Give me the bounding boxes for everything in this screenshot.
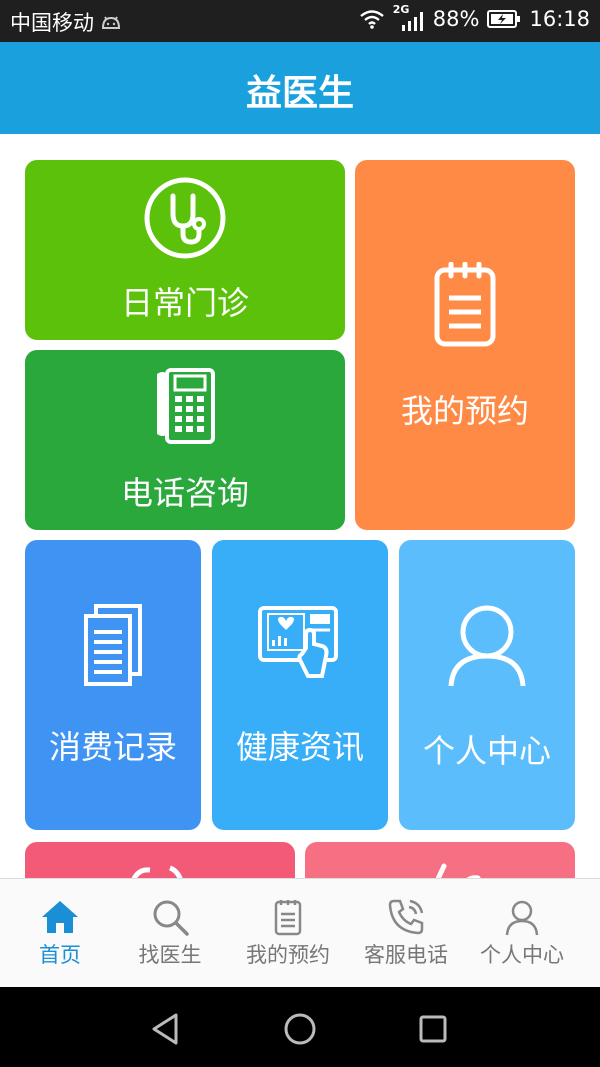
stethoscope-icon	[144, 177, 226, 259]
desk-phone-icon	[157, 368, 215, 444]
wifi-icon	[360, 10, 384, 29]
tile-consumption-records-label: 消费记录	[48, 728, 177, 766]
nav-find-doctor[interactable]: 找医生	[110, 879, 230, 988]
signal-waves-icon	[131, 865, 183, 878]
nav-customer-service[interactable]: 客服电话	[346, 879, 466, 988]
home-circle-icon[interactable]	[280, 1009, 320, 1049]
tile-personal-center-label: 个人中心	[422, 732, 551, 770]
nav-home-label: 首页	[39, 943, 81, 967]
search-icon	[153, 900, 189, 936]
system-navigation-bar	[0, 987, 600, 1067]
nav-personal-center[interactable]: 个人中心	[462, 879, 582, 988]
app-header: 益医生	[0, 42, 600, 134]
android-icon	[101, 16, 121, 29]
recents-icon[interactable]	[413, 1009, 453, 1049]
status-bar: 中国移动 2G 88% 16:18	[0, 0, 600, 42]
tile-daily-clinic-label: 日常门诊	[120, 284, 249, 322]
tile-daily-clinic[interactable]: 日常门诊	[25, 160, 345, 340]
nav-my-booking[interactable]: 我的预约	[228, 879, 348, 988]
tile-my-booking[interactable]: 我的预约	[355, 160, 575, 530]
home-icon	[42, 901, 78, 933]
notepad-icon	[434, 262, 496, 347]
leaf-icon	[435, 863, 481, 878]
bottom-navigation: 首页 找医生 我的预约 客服电话 个人中心	[0, 878, 600, 988]
tile-grid: 日常门诊 电话咨询 我的预约 消费记录 健康资讯 个人中心	[0, 134, 600, 878]
tile-personal-center[interactable]: 个人中心	[399, 540, 575, 830]
page-title: 益医生	[245, 73, 354, 114]
tablet-touch-icon	[258, 606, 338, 678]
tile-partial-left[interactable]	[25, 842, 295, 878]
tile-health-news-label: 健康资讯	[235, 728, 364, 766]
clock: 16:18	[529, 7, 590, 31]
tile-partial-right[interactable]	[305, 842, 575, 878]
user-outline-icon	[448, 605, 526, 687]
battery-percent: 88%	[432, 7, 480, 31]
carrier-name: 中国移动	[10, 11, 94, 35]
tile-my-booking-label: 我的预约	[400, 392, 529, 430]
nav-customer-service-label: 客服电话	[364, 943, 448, 967]
nav-my-booking-label: 我的预约	[246, 943, 330, 967]
status-left: 中国移动	[10, 7, 122, 37]
documents-icon	[84, 604, 142, 686]
nav-personal-center-label: 个人中心	[480, 943, 564, 967]
status-right: 2G 88% 16:18	[359, 3, 590, 31]
user-icon	[505, 900, 539, 936]
tile-phone-consult[interactable]: 电话咨询	[25, 350, 345, 530]
battery-icon	[487, 10, 521, 28]
nav-find-doctor-label: 找医生	[138, 943, 202, 967]
nav-home[interactable]: 首页	[0, 879, 120, 988]
phone-icon	[388, 899, 424, 935]
back-icon[interactable]	[146, 1009, 186, 1049]
tile-phone-consult-label: 电话咨询	[120, 474, 249, 512]
tile-consumption-records[interactable]: 消费记录	[25, 540, 201, 830]
signal-group: 2G	[393, 3, 425, 31]
signal-icon	[401, 12, 423, 31]
clipboard-icon	[274, 900, 302, 936]
tile-health-news[interactable]: 健康资讯	[212, 540, 388, 830]
